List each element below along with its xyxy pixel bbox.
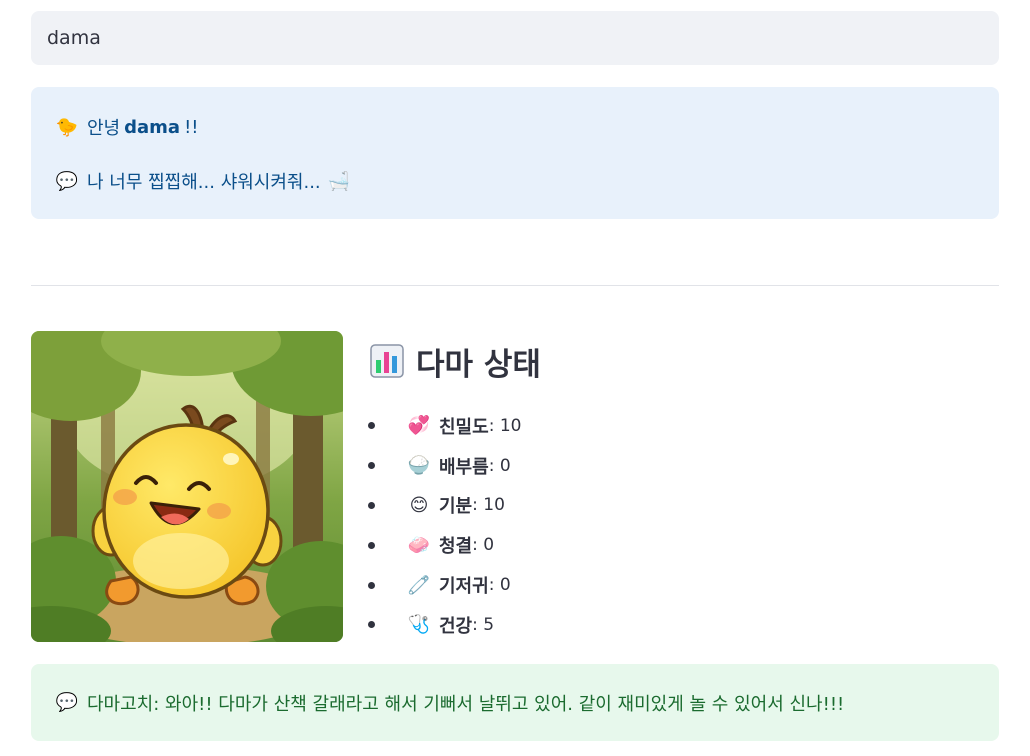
chick-icon: 🐤 bbox=[55, 116, 79, 138]
greeting-line: 🐤 안녕 dama !! bbox=[55, 113, 975, 141]
status-label: 청결 bbox=[439, 536, 473, 558]
chat-text: 다마고치: 와아!! 다마가 산책 갈래라고 해서 기뻐서 날뛰고 있어. 같이… bbox=[87, 693, 845, 715]
info-message-box: 🐤 안녕 dama !! 💬 나 너무 찝찝해... 샤워시켜줘... 🛁 bbox=[31, 87, 999, 219]
status-value: : 10 bbox=[472, 495, 505, 516]
status-value: : 0 bbox=[488, 455, 511, 476]
safety-pin-icon: 🧷 bbox=[407, 574, 431, 596]
status-label: 기저귀 bbox=[439, 576, 489, 598]
greeting-suffix: !! bbox=[184, 116, 199, 138]
hearts-icon: 💞 bbox=[407, 415, 431, 437]
status-item-mood: 😊 기분 : 10 bbox=[368, 486, 521, 526]
chat-message-box: 💬 다마고치: 와아!! 다마가 산책 갈래라고 해서 기뻐서 날뛰고 있어. … bbox=[31, 664, 999, 741]
name-input[interactable] bbox=[31, 11, 999, 65]
greeting-name: dama bbox=[124, 116, 181, 138]
stethoscope-icon: 🩺 bbox=[407, 614, 431, 636]
bullet bbox=[368, 581, 375, 589]
status-list: 💞 친밀도 : 10 🍚 배부름 : 0 😊 기분 : 10 🧼 청결 : 0 … bbox=[368, 406, 521, 645]
pet-image bbox=[31, 331, 343, 642]
rice-bowl-icon: 🍚 bbox=[407, 455, 431, 477]
status-item-diaper: 🧷 기저귀 : 0 bbox=[368, 565, 521, 605]
status-item-cleanliness: 🧼 청결 : 0 bbox=[368, 525, 521, 565]
status-title: 다마 상태 bbox=[370, 338, 541, 384]
status-value: : 5 bbox=[472, 614, 495, 635]
greeting-prefix: 안녕 bbox=[87, 118, 121, 139]
bullet bbox=[368, 462, 375, 470]
speech-bubble-icon: 💬 bbox=[55, 170, 79, 192]
bullet bbox=[368, 621, 375, 629]
bathtub-icon: 🛁 bbox=[327, 170, 350, 192]
status-title-text: 다마 상태 bbox=[416, 346, 541, 383]
status-item-fullness: 🍚 배부름 : 0 bbox=[368, 446, 521, 486]
bar-chart-icon bbox=[370, 344, 404, 378]
bullet bbox=[368, 422, 375, 430]
status-label: 배부름 bbox=[439, 456, 489, 478]
speech-bubble-icon: 💬 bbox=[55, 692, 79, 713]
status-value: : 0 bbox=[472, 535, 495, 556]
status-label: 친밀도 bbox=[439, 416, 489, 438]
divider bbox=[31, 285, 999, 286]
bullet bbox=[368, 541, 375, 549]
status-label: 건강 bbox=[439, 615, 473, 637]
status-item-intimacy: 💞 친밀도 : 10 bbox=[368, 406, 521, 446]
request-line: 💬 나 너무 찝찝해... 샤워시켜줘... 🛁 bbox=[55, 167, 975, 195]
smile-icon: 😊 bbox=[409, 494, 429, 516]
status-item-health: 🩺 건강 : 5 bbox=[368, 605, 521, 645]
status-value: : 0 bbox=[488, 575, 511, 596]
request-text: 나 너무 찝찝해... 샤워시켜줘... bbox=[87, 172, 321, 193]
status-value: : 10 bbox=[488, 415, 522, 436]
bullet bbox=[368, 501, 375, 509]
soap-icon: 🧼 bbox=[407, 534, 431, 556]
status-label: 기분 bbox=[439, 496, 473, 518]
pet-illustration bbox=[31, 331, 343, 642]
